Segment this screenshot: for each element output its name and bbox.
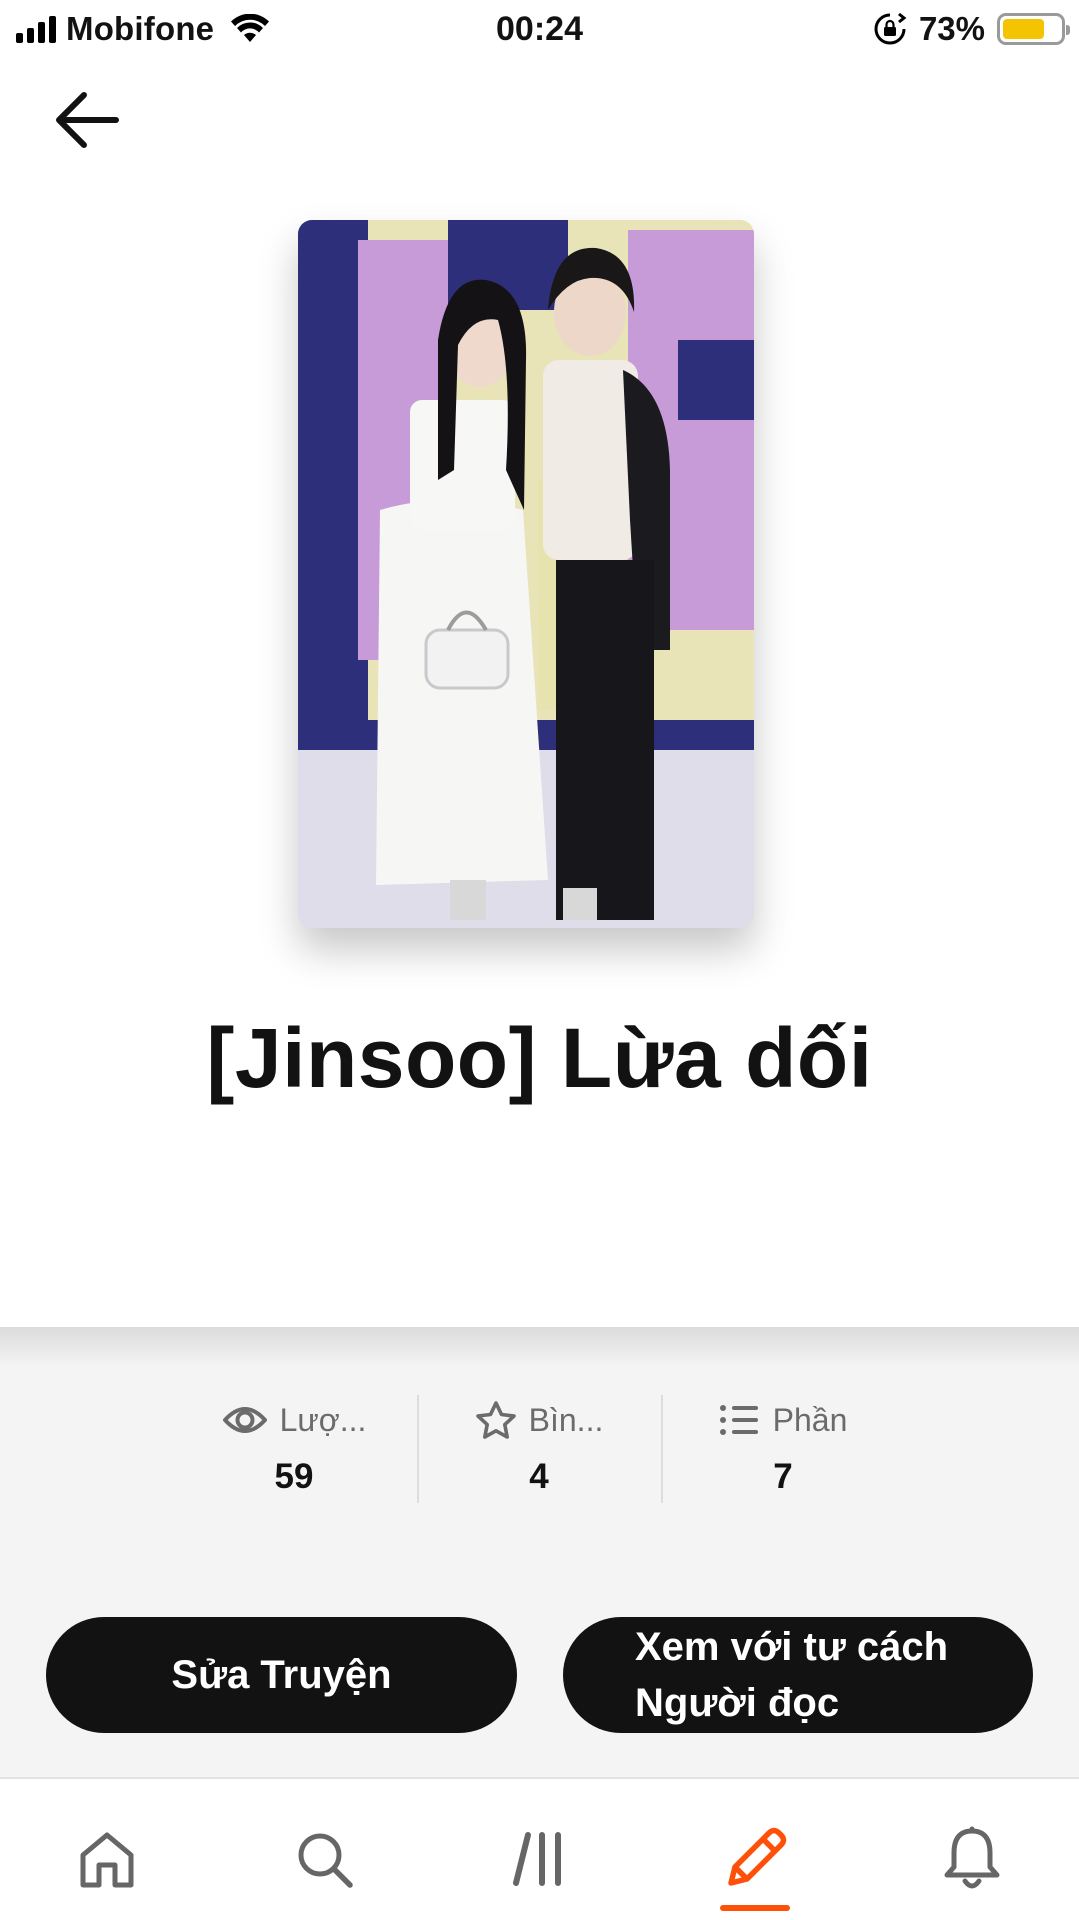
nav-write[interactable] [715, 1819, 795, 1899]
view-as-reader-line1: Xem với tư cách [635, 1625, 949, 1669]
stat-votes-value: 4 [529, 1457, 549, 1496]
stat-reads[interactable]: Lượ... 59 [174, 1395, 414, 1497]
stat-reads-label: Lượ... [279, 1401, 367, 1438]
edit-story-label: Sửa Truyện [171, 1652, 392, 1697]
stat-parts-label: Phần [772, 1401, 848, 1438]
edit-story-button[interactable]: Sửa Truyện [46, 1617, 517, 1733]
stats-panel-shadow [0, 1327, 1079, 1367]
eye-icon [222, 1407, 267, 1433]
stat-parts-header: Phần [663, 1395, 903, 1445]
pencil-icon [728, 1827, 787, 1886]
battery-icon [997, 13, 1070, 45]
star-icon [475, 1401, 516, 1439]
back-button[interactable] [52, 88, 122, 152]
view-as-reader-line2: Người đọc [635, 1681, 840, 1725]
stat-votes[interactable]: Bìn... 4 [419, 1395, 659, 1497]
nav-home[interactable] [67, 1819, 147, 1899]
home-icon [80, 1832, 134, 1888]
list-icon [719, 1405, 758, 1435]
library-icon [513, 1832, 561, 1886]
stat-reads-value: 59 [274, 1457, 314, 1496]
bottom-nav [0, 1777, 1079, 1920]
stat-reads-header: Lượ... [174, 1395, 414, 1445]
battery-fill [1003, 19, 1044, 39]
battery-percent: 73% [918, 10, 985, 47]
cover-illustration [298, 220, 754, 928]
stat-parts[interactable]: Phần 7 [663, 1395, 903, 1497]
story-cover-image[interactable] [298, 220, 754, 928]
stat-votes-header: Bìn... [419, 1395, 659, 1445]
status-bar: Mobifone 00:24 73% [0, 0, 1079, 62]
nav-search[interactable] [284, 1819, 364, 1899]
stat-parts-value: 7 [773, 1457, 793, 1496]
rotation-lock-icon [874, 12, 907, 45]
nav-notifications[interactable] [932, 1819, 1012, 1899]
search-icon [298, 1833, 353, 1888]
bell-icon [944, 1826, 1000, 1889]
view-as-reader-label: Xem với tư cách Người đọc [635, 1619, 948, 1731]
arrow-left-icon [56, 92, 119, 148]
view-as-reader-button[interactable]: Xem với tư cách Người đọc [563, 1617, 1033, 1733]
nav-library[interactable] [500, 1819, 580, 1899]
status-right: 73% [873, 10, 1070, 48]
active-tab-indicator [720, 1905, 790, 1911]
stat-votes-label: Bìn... [528, 1401, 604, 1438]
story-title: [Jinsoo] Lừa dối [206, 1011, 873, 1105]
